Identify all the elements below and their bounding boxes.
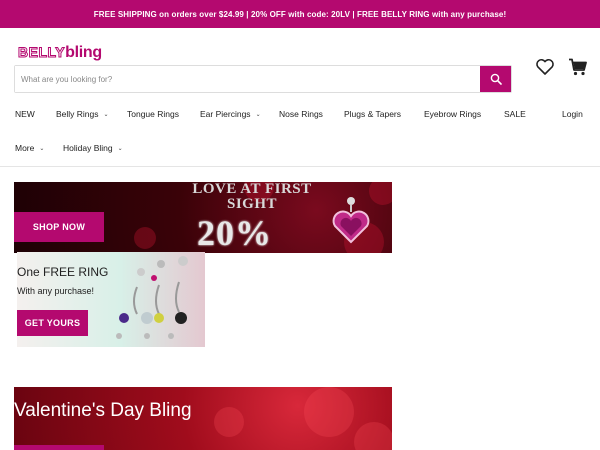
discount-percent: 20% <box>197 213 272 253</box>
logo-part-belly: BELLY <box>17 44 66 61</box>
chevron-down-icon: ⌄ <box>255 111 261 118</box>
nav-plugs-tapers-label: Plugs & Tapers <box>344 109 402 119</box>
bokeh-light <box>304 387 354 437</box>
nav-ear-piercings-label: Ear Piercings <box>200 109 251 119</box>
bokeh-light <box>134 227 156 249</box>
logo-part-bling: bling <box>65 44 102 61</box>
banner-headline: LOVE AT FIRST SIGHT <box>192 182 312 212</box>
search-bar <box>14 65 512 93</box>
nav-ear-piercings[interactable]: Ear Piercings ⌄ <box>200 109 261 119</box>
nav-tongue-rings-label: Tongue Rings <box>127 109 179 119</box>
valentines-day-banner[interactable]: Valentine's Day Bling <box>14 387 392 450</box>
search-button[interactable] <box>480 66 511 92</box>
login-link[interactable]: Login <box>562 109 583 119</box>
free-ring-subtitle: With any purchase! <box>17 286 95 296</box>
login-label: Login <box>562 109 583 119</box>
header-divider <box>0 166 600 167</box>
nav-sale[interactable]: SALE <box>504 109 526 119</box>
love-at-first-sight-banner[interactable]: LOVE AT FIRST SIGHT 20% SHOP NOW <box>14 182 392 253</box>
announcement-bar: FREE SHIPPING on orders over $24.99 | 20… <box>0 0 600 28</box>
site-logo[interactable]: BELLY bling <box>17 44 102 62</box>
nav-new[interactable]: NEW <box>15 109 35 119</box>
nav-plugs-tapers[interactable]: Plugs & Tapers <box>344 109 401 119</box>
heart-belly-ring-image <box>332 197 370 244</box>
nav-more-label: More <box>15 143 35 153</box>
search-input[interactable] <box>15 66 480 92</box>
valentines-shop-button[interactable] <box>14 445 104 450</box>
chevron-down-icon: ⌄ <box>117 145 123 152</box>
nav-holiday-bling[interactable]: Holiday Bling ⌄ <box>63 143 123 153</box>
secondary-nav: More ⌄ Holiday Bling ⌄ <box>0 138 600 158</box>
nav-more[interactable]: More ⌄ <box>15 143 44 153</box>
heart-icon[interactable] <box>535 58 555 76</box>
free-ring-title: One FREE RING <box>17 265 109 279</box>
cart-icon[interactable] <box>568 58 588 76</box>
main-nav: NEW Belly Rings ⌄ Tongue Rings Ear Pierci… <box>0 104 600 124</box>
nav-belly-rings[interactable]: Belly Rings ⌄ <box>56 109 109 119</box>
nav-holiday-bling-label: Holiday Bling <box>63 143 113 153</box>
bokeh-light <box>354 422 392 450</box>
nav-new-label: NEW <box>15 109 35 119</box>
belly-rings-image <box>116 256 188 339</box>
nav-eyebrow-rings-label: Eyebrow Rings <box>424 109 482 119</box>
nav-nose-rings-label: Nose Rings <box>279 109 323 119</box>
nav-eyebrow-rings[interactable]: Eyebrow Rings <box>424 109 481 119</box>
chevron-down-icon: ⌄ <box>103 111 109 118</box>
nav-belly-rings-label: Belly Rings <box>56 109 99 119</box>
announcement-text: FREE SHIPPING on orders over $24.99 | 20… <box>93 9 507 19</box>
bokeh-light <box>214 407 244 437</box>
chevron-down-icon: ⌄ <box>39 145 45 152</box>
valentines-title: Valentine's Day Bling <box>14 400 192 421</box>
search-icon <box>490 73 502 85</box>
get-yours-button[interactable]: GET YOURS <box>17 310 88 336</box>
nav-nose-rings[interactable]: Nose Rings <box>279 109 323 119</box>
shop-now-button[interactable]: SHOP NOW <box>14 212 104 242</box>
nav-sale-label: SALE <box>504 109 526 119</box>
free-ring-banner[interactable]: One FREE RING With any purchase! GET YOU… <box>17 252 205 347</box>
nav-tongue-rings[interactable]: Tongue Rings <box>127 109 179 119</box>
